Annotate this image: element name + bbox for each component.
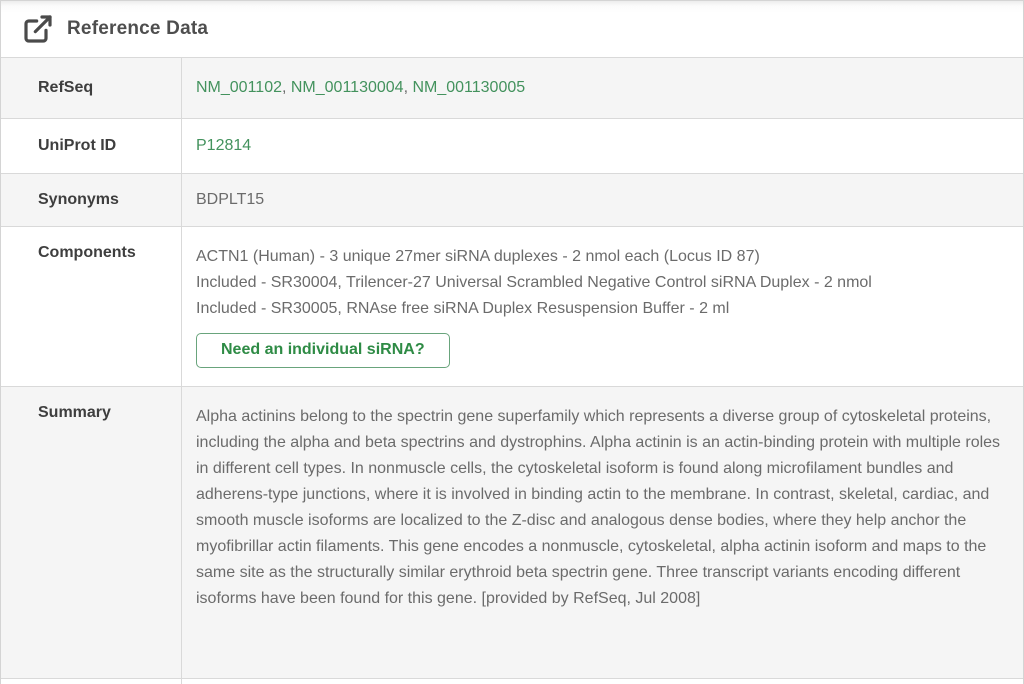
components-line: ACTN1 (Human) - 3 unique 27mer siRNA dup… [196, 244, 1001, 270]
panel-title: Reference Data [67, 18, 208, 40]
components-label: Components [1, 227, 182, 386]
table-row-summary: Summary Alpha actinins belong to the spe… [1, 386, 1023, 678]
uniprot-label: UniProt ID [1, 119, 182, 173]
summary-label: Summary [1, 387, 182, 678]
refseq-link-2[interactable]: NM_001130004 [291, 75, 404, 101]
partial-label [1, 679, 182, 684]
summary-text: Alpha actinins belong to the spectrin ge… [182, 387, 1023, 678]
external-link-icon [22, 13, 54, 45]
individual-sirna-button[interactable]: Need an individual siRNA? [196, 333, 450, 368]
table-row-uniprot: UniProt ID P12814 [1, 118, 1023, 173]
refseq-link-1[interactable]: NM_001102 [196, 75, 282, 101]
panel-header: Reference Data [1, 1, 1023, 58]
synonyms-label: Synonyms [1, 174, 182, 226]
refseq-label: RefSeq [1, 58, 182, 118]
components-line: Included - SR30005, RNAse free siRNA Dup… [196, 296, 1001, 322]
table-row-partial [1, 678, 1023, 684]
table-row-synonyms: Synonyms BDPLT15 [1, 173, 1023, 226]
separator: , [404, 75, 413, 101]
table-row-components: Components ACTN1 (Human) - 3 unique 27me… [1, 226, 1023, 386]
table-row-refseq: RefSeq NM_001102, NM_001130004, NM_00113… [1, 58, 1023, 118]
uniprot-value: P12814 [182, 119, 1023, 173]
refseq-link-3[interactable]: NM_001130005 [412, 75, 525, 101]
uniprot-link[interactable]: P12814 [196, 133, 251, 159]
synonyms-value: BDPLT15 [182, 174, 1023, 226]
partial-value [182, 679, 1023, 684]
separator: , [282, 75, 291, 101]
components-value: ACTN1 (Human) - 3 unique 27mer siRNA dup… [182, 227, 1023, 386]
components-line: Included - SR30004, Trilencer-27 Univers… [196, 270, 1001, 296]
refseq-values: NM_001102, NM_001130004, NM_001130005 [182, 58, 1023, 118]
reference-data-panel: Reference Data RefSeq NM_001102, NM_0011… [0, 0, 1024, 684]
